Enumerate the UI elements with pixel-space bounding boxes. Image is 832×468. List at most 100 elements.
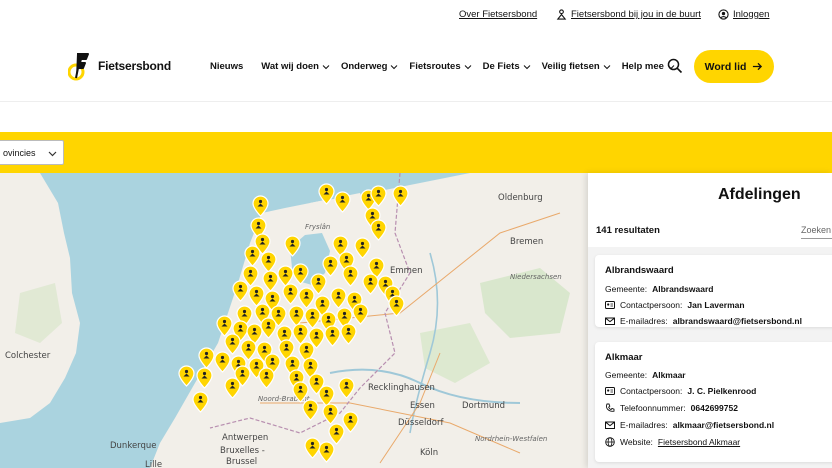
chevron-down-icon [603, 64, 611, 69]
map-label: Bremen [510, 237, 544, 247]
join-button[interactable]: Word lid [694, 50, 774, 83]
user-icon [718, 9, 729, 20]
nav-onderweg[interactable]: Onderweg [341, 61, 398, 72]
globe-icon [605, 437, 615, 447]
map-label: Brussel [226, 457, 258, 467]
nav-label: Onderweg [340, 61, 388, 72]
main-header: Fietsersbond Nieuws Wat wij doen Onderwe… [0, 30, 832, 102]
map-marker-icon[interactable] [342, 265, 359, 287]
card-phone: Telefoonnummer: 0642699752 [605, 403, 738, 413]
map-marker-icon[interactable] [340, 323, 357, 345]
nav-nieuws[interactable]: Nieuws [210, 61, 243, 72]
nearby-link[interactable]: Fietsersbond bij jou in de buurt [556, 9, 701, 20]
map-marker-icon[interactable] [260, 317, 277, 339]
map-marker-icon[interactable] [214, 351, 231, 373]
province-select[interactable]: ovincies [0, 140, 64, 165]
map-marker-icon[interactable] [338, 377, 355, 399]
map-marker-icon[interactable] [224, 377, 241, 399]
map-marker-icon[interactable] [282, 283, 299, 305]
chevron-down-icon [391, 64, 398, 69]
utility-bar: Over Fietsersbond Fietsersbond bij jou i… [0, 0, 832, 30]
province-select-value: ovincies [3, 147, 36, 158]
map-marker-icon[interactable] [232, 280, 249, 302]
map-marker-icon[interactable] [258, 367, 275, 389]
nav-de-fiets[interactable]: De Fiets [483, 61, 531, 72]
card-contact: Contactpersoon: Jan Laverman [605, 300, 745, 310]
website-link[interactable]: Fietsersbond Alkmaar [658, 437, 740, 447]
row-label: E-mailadres: [620, 316, 668, 326]
map-marker-icon[interactable] [302, 399, 319, 421]
chevron-down-icon [464, 64, 471, 69]
map-marker-icon[interactable] [334, 191, 351, 213]
card-contact: Contactpersoon: J. C. Pielkenrood [605, 386, 756, 396]
results-count: 141 resultaten [596, 225, 660, 236]
nav-veilig-fietsen[interactable]: Veilig fietsen [542, 61, 611, 72]
brand-name: Fietsersbond [98, 59, 171, 73]
map-marker-icon[interactable] [304, 437, 321, 459]
map-marker-icon[interactable] [324, 325, 341, 347]
map-marker-icon[interactable] [198, 347, 215, 369]
map-label: Essen [410, 401, 435, 411]
map-marker-icon[interactable] [388, 295, 405, 317]
nav-label: Wat wij doen [261, 61, 319, 72]
phone-icon [606, 403, 615, 412]
map-marker-icon[interactable] [322, 403, 339, 425]
map-label: Recklinghausen [368, 383, 435, 393]
map-marker-icon[interactable] [284, 235, 301, 257]
departments-panel: Afdelingen 141 resultaten Zoeken Albrand… [588, 173, 832, 468]
row-value: alkmaar@fietsersbond.nl [672, 420, 775, 430]
map-label: Emmen [390, 266, 423, 276]
about-link-label: Over Fietsersbond [459, 9, 538, 20]
map-label: Nordrhein-Westfalen [475, 435, 548, 443]
row-value: 0642699752 [690, 403, 738, 413]
map-marker-icon[interactable] [178, 365, 195, 387]
search-input[interactable]: Zoeken [801, 225, 832, 239]
login-link[interactable]: Inloggen [718, 9, 769, 20]
map-marker-icon[interactable] [354, 237, 371, 259]
row-value: Albrandswaard [652, 284, 714, 294]
map-marker-icon[interactable] [392, 185, 409, 207]
row-label: Telefoonnummer: [620, 403, 686, 413]
map-marker-icon[interactable] [252, 195, 269, 217]
nearby-link-label: Fietsersbond bij jou in de buurt [571, 9, 701, 20]
card-email: E-mailadres: albrandswaard@fietsersbond.… [605, 316, 802, 326]
nav-label: De Fiets [482, 61, 520, 72]
map-marker-icon[interactable] [322, 255, 339, 277]
map-marker-icon[interactable] [196, 367, 213, 389]
nav-label: Help mee [621, 61, 664, 72]
login-link-label: Inloggen [733, 9, 770, 20]
row-value: J. C. Pielkenrood [687, 386, 757, 396]
map-label: Bruxelles - [220, 446, 265, 456]
map-marker-icon[interactable] [370, 219, 387, 241]
main-nav: Nieuws Wat wij doen Onderweg Fietsroutes… [210, 61, 675, 72]
nav-wat-wij-doen[interactable]: Wat wij doen [261, 61, 330, 72]
logo[interactable]: Fietsersbond [68, 50, 171, 82]
row-value: albrandswaard@fietsersbond.nl [672, 316, 802, 326]
filter-band: ovincies [0, 132, 832, 173]
mail-icon [605, 421, 615, 429]
row-label: Contactpersoon: [620, 386, 683, 396]
map-marker-icon[interactable] [330, 287, 347, 309]
map-marker-icon[interactable] [370, 185, 387, 207]
list-item[interactable]: Alkmaar Gemeente: Alkmaar Contactpersoon… [595, 342, 832, 462]
map-label: Köln [420, 448, 439, 458]
map-marker-icon[interactable] [192, 391, 209, 413]
nav-label: Fietsroutes [409, 61, 461, 72]
join-button-label: Word lid [704, 60, 747, 73]
map-marker-icon[interactable] [292, 263, 309, 285]
arrow-right-icon [753, 62, 763, 71]
map-marker-icon[interactable] [352, 303, 369, 325]
chevron-down-icon [523, 64, 530, 69]
row-label: E-mailadres: [620, 420, 668, 430]
search-icon[interactable] [667, 58, 683, 74]
list-item[interactable]: Albrandswaard Gemeente: Albrandswaard Co… [595, 255, 832, 327]
map-marker-icon[interactable] [244, 245, 261, 267]
map-label: Oldenburg [498, 193, 543, 203]
nav-fietsroutes[interactable]: Fietsroutes [409, 61, 471, 72]
card-website: Website: Fietsersbond Alkmaar [605, 437, 740, 447]
about-link[interactable]: Over Fietsersbond [459, 9, 537, 20]
map-label: Antwerpen [222, 433, 269, 443]
logo-icon [68, 53, 89, 81]
row-value: Jan Laverman [687, 300, 745, 310]
map-marker-icon[interactable] [318, 183, 335, 205]
